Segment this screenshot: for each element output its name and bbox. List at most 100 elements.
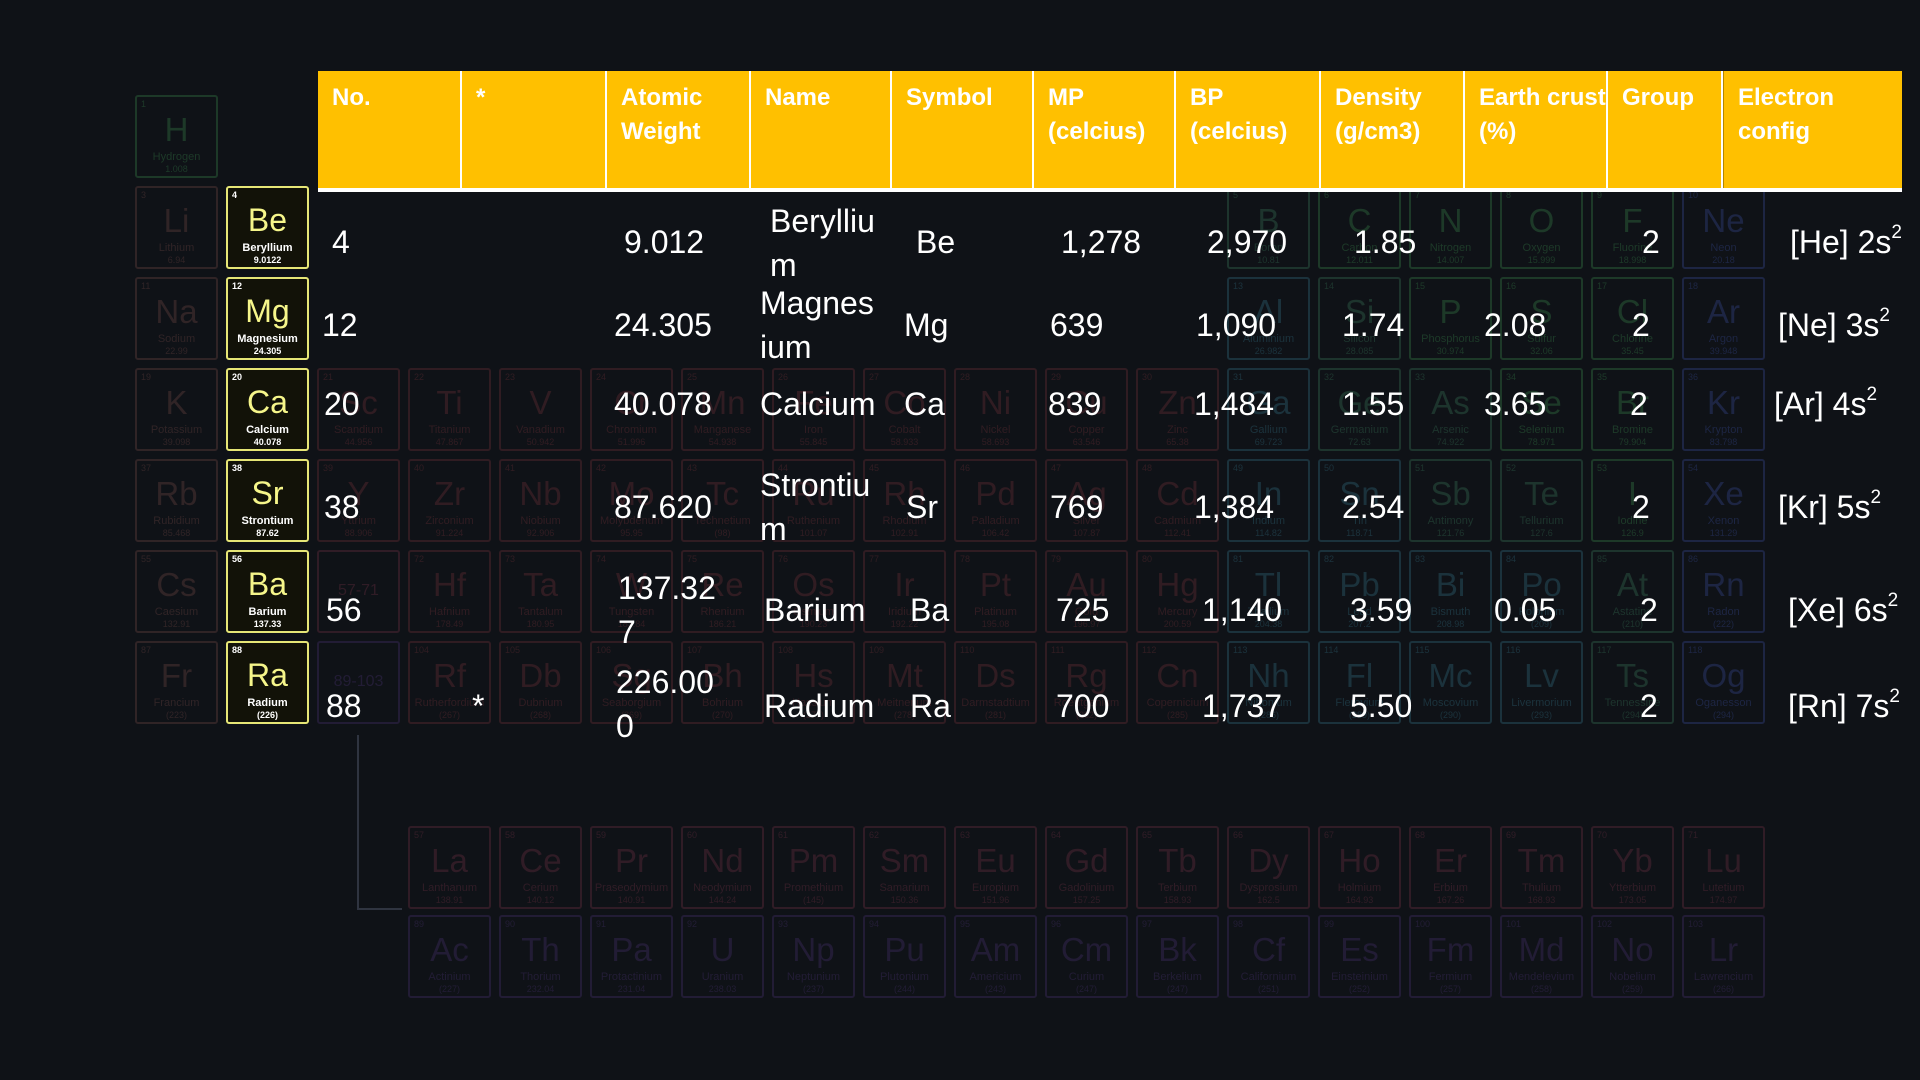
cell-mp: 725 [1056, 592, 1110, 628]
element-cell-ta: 73 Ta Tantalum 180.95 [499, 550, 582, 633]
cell-symbol: Mg [904, 307, 949, 343]
cell-electron-config: [Ne] 3s2 [1778, 305, 1890, 343]
element-cell-ni: 28 Ni Nickel 58.693 [954, 368, 1037, 451]
cell-group: 2 [1630, 386, 1648, 422]
header-name: Name [751, 71, 892, 188]
element-cell-tm: 69 Tm Thulium 168.93 [1500, 826, 1583, 909]
element-cell-bk: 97 Bk Berkelium (247) [1136, 915, 1219, 998]
cell-group: 2 [1632, 489, 1650, 525]
element-cell-ds: 110 Ds Darmstadtium (281) [954, 641, 1037, 724]
element-cell-be: 4 Be Beryllium 9.0122 [226, 186, 309, 269]
cell-group: 2 [1642, 224, 1660, 260]
element-cell-na: 11 Na Sodium 22.99 [135, 277, 218, 360]
cell-density: 1.55 [1342, 386, 1405, 422]
f-block-connector [357, 735, 359, 910]
element-cell-am: 95 Am Americium (243) [954, 915, 1037, 998]
cell-name: Barium [764, 592, 866, 628]
element-cell-db: 105 Db Dubnium (268) [499, 641, 582, 724]
cell-electron-config: [Ar] 4s2 [1774, 384, 1878, 422]
element-cell-as: 33 As Arsenic 74.922 [1409, 368, 1492, 451]
element-cell-ne: 10 Ne Neon 20.18 [1682, 186, 1765, 269]
header-no: No. [318, 71, 462, 188]
element-cell-te: 52 Te Tellurium 127.6 [1500, 459, 1583, 542]
element-cell-lu: 71 Lu Lutetium 174.97 [1682, 826, 1765, 909]
cell-electron-config: [Xe] 6s2 [1788, 590, 1899, 628]
element-cell-la: 57 La Lanthanum 138.91 [408, 826, 491, 909]
element-cell-mg: 12 Mg Magnesium 24.305 [226, 277, 309, 360]
cell-bp: 1,737 [1202, 688, 1283, 724]
table-header: No. * Atomic Weight Name Symbol MP (celc… [318, 71, 1902, 192]
cell-symbol: Ba [910, 592, 950, 628]
element-cell-v: 23 V Vanadium 50.942 [499, 368, 582, 451]
element-cell-ti: 22 Ti Titanium 47.867 [408, 368, 491, 451]
cell-name: Radium [764, 688, 875, 724]
cell-symbol: Ra [910, 688, 951, 724]
cell-density: 1.85 [1354, 224, 1417, 260]
cell-no: 20 [324, 386, 360, 422]
element-cell-u: 92 U Uranium 238.03 [681, 915, 764, 998]
cell-density: 5.50 [1350, 688, 1413, 724]
cell-mp: 700 [1056, 688, 1110, 724]
cell-no: 88 [326, 688, 362, 724]
element-cell-ac: 89 Ac Actinium (227) [408, 915, 491, 998]
element-cell-fm: 100 Fm Fermium (257) [1409, 915, 1492, 998]
header-density: Density (g/cm3) [1321, 71, 1465, 188]
element-cell-xe: 54 Xe Xenon 131.29 [1682, 459, 1765, 542]
f-block-connector [357, 908, 402, 910]
cell-electron-config: [Kr] 5s2 [1778, 487, 1882, 525]
cell-density: 2.54 [1342, 489, 1405, 525]
element-cell-dy: 66 Dy Dysprosium 162.5 [1227, 826, 1310, 909]
cell-electron-config: [He] 2s2 [1790, 222, 1902, 260]
cell-bp: 1,090 [1196, 307, 1277, 343]
element-cell-cm: 96 Cm Curium (247) [1045, 915, 1128, 998]
element-cell-fr: 87 Fr Francium (223) [135, 641, 218, 724]
cell-weight: 9.012 [624, 224, 705, 260]
cell-no: 38 [324, 489, 360, 525]
header-star: * [462, 71, 607, 188]
cell-mp: 769 [1050, 489, 1104, 525]
element-cell-hf: 72 Hf Hafnium 178.49 [408, 550, 491, 633]
cell-crust: 0.05 [1494, 592, 1557, 628]
cell-density: 1.74 [1342, 307, 1405, 343]
cell-name: Beryllium [770, 203, 875, 283]
element-cell-nd: 60 Nd Neodymium 144.24 [681, 826, 764, 909]
element-cell-ca: 20 Ca Calcium 40.078 [226, 368, 309, 451]
cell-group: 2 [1640, 688, 1658, 724]
element-cell-pu: 94 Pu Plutonium (244) [863, 915, 946, 998]
element-cell-ra: 88 Ra Radium (226) [226, 641, 309, 724]
element-cell-sr: 38 Sr Strontium 87.62 [226, 459, 309, 542]
element-cell-pm: 61 Pm Promethium (145) [772, 826, 855, 909]
element-cell-gd: 64 Gd Gadolinium 157.25 [1045, 826, 1128, 909]
element-cell-np: 93 Np Neptunium (237) [772, 915, 855, 998]
element-cell-f: 9 F Fluorine 18.998 [1591, 186, 1674, 269]
cell-name: Magnesium [760, 285, 874, 365]
element-cell-ce: 58 Ce Cerium 140.12 [499, 826, 582, 909]
cell-weight: 24.305 [614, 307, 712, 343]
element-cell-lv: 116 Lv Livermorium (293) [1500, 641, 1583, 724]
element-cell-es: 99 Es Einsteinium (252) [1318, 915, 1401, 998]
element-cell-cs: 55 Cs Caesium 132.91 [135, 550, 218, 633]
cell-weight: 226.000 [616, 664, 714, 744]
header-bp: BP (celcius) [1176, 71, 1321, 188]
cell-bp: 1,384 [1194, 489, 1275, 525]
header-group: Group [1608, 71, 1723, 188]
element-cell-p: 15 P Phosphorus 30.974 [1409, 277, 1492, 360]
element-cell-tb: 65 Tb Terbium 158.93 [1136, 826, 1219, 909]
cell-crust: 2.08 [1484, 307, 1547, 343]
cell-symbol: Ca [904, 386, 945, 422]
element-cell-bi: 83 Bi Bismuth 208.98 [1409, 550, 1492, 633]
element-cell-zr: 40 Zr Zirconium 91.224 [408, 459, 491, 542]
cell-mp: 1,278 [1061, 224, 1142, 260]
cell-star: * [472, 688, 485, 724]
cell-crust: 3.65 [1484, 386, 1547, 422]
cell-no: 4 [332, 224, 350, 260]
header-symbol: Symbol [892, 71, 1034, 188]
cell-no: 56 [326, 592, 362, 628]
cell-density: 3.59 [1350, 592, 1413, 628]
header-earth-crust: Earth crust (%) [1465, 71, 1608, 188]
element-cell-pr: 59 Pr Praseodymium 140.91 [590, 826, 673, 909]
element-cell-eu: 63 Eu Europium 151.96 [954, 826, 1037, 909]
cell-name: Calcium [760, 386, 876, 422]
element-cell-nb: 41 Nb Niobium 92.906 [499, 459, 582, 542]
element-cell-sb: 51 Sb Antimony 121.76 [1409, 459, 1492, 542]
